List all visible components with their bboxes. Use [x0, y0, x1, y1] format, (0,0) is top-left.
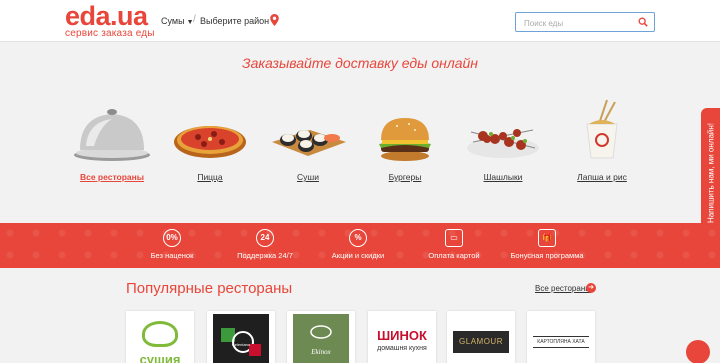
feature-label: Поддержка 24/7 [237, 251, 293, 260]
logo[interactable]: eda.ua сервис заказа еды [65, 3, 155, 39]
restaurant-card-sushiya[interactable]: сушия [126, 311, 194, 363]
chat-widget-button[interactable] [686, 340, 710, 363]
restaurant-card-kartoplyana-hata[interactable]: КАРТОПЛЯНА ХАТА [527, 311, 595, 363]
category-label: Суши [297, 172, 319, 182]
restaurant-subtitle: домашня кухня [377, 344, 427, 352]
gift-icon: 🎁 [538, 229, 556, 247]
contact-us-tab[interactable]: Напишить нам, ми онлайн! [701, 108, 720, 238]
logo-subtitle: сервис заказа еды [65, 28, 155, 39]
category-burgers[interactable]: Бургеры [360, 92, 450, 182]
restaurant-card-celentano[interactable]: Celentano [207, 311, 275, 363]
noodles-box-icon [586, 99, 618, 159]
category-noodles-rice[interactable]: Лапша и рис [557, 92, 647, 182]
all-restaurants-link[interactable]: Все рестораны [535, 284, 591, 293]
restaurant-name: Ekinox [310, 348, 331, 356]
page-tagline: Заказывайте доставку еды онлайн [241, 55, 479, 71]
category-label: Все рестораны [79, 172, 145, 182]
category-all-restaurants[interactable]: Все рестораны [67, 92, 157, 182]
restaurant-card-shinok[interactable]: ШИНОК домашня кухня [368, 311, 436, 363]
zero-percent-icon: 0% [163, 229, 181, 247]
celentano-logo-icon: Celentano [221, 327, 261, 356]
category-label: Бургеры [388, 172, 422, 182]
feature-support: 24 Поддержка 24/7 [220, 229, 310, 260]
restaurant-name: КАРТОПЛЯНА ХАТА [533, 335, 589, 348]
ekinox-logo-icon: Ekinox [310, 324, 332, 356]
logo-text[interactable]: eda.ua [65, 3, 155, 30]
restaurant-logo: Celentano [213, 314, 269, 363]
feature-promos: % Акции и скидки [313, 229, 403, 260]
feature-bonus: 🎁 Бонусная программа [502, 229, 592, 260]
popular-restaurants-title: Популярные рестораны [126, 280, 293, 297]
feature-label: Оплата картой [428, 251, 480, 260]
city-selector[interactable]: Сумы ▼ [161, 16, 194, 26]
feature-label: Бонусная программа [510, 251, 584, 260]
search-box[interactable] [515, 12, 655, 33]
district-label: Выберите район [200, 16, 270, 26]
feature-card-payment: ▭ Оплата картой [409, 229, 499, 260]
contact-us-label: Напишить нам, ми онлайн! [706, 122, 715, 224]
pizza-icon [174, 126, 246, 158]
credit-card-icon: ▭ [445, 229, 463, 247]
restaurant-logo: КАРТОПЛЯНА ХАТА [533, 314, 589, 363]
restaurant-name: ШИНОК [377, 327, 427, 343]
city-label: Сумы [161, 16, 185, 26]
category-pizza[interactable]: Пицца [165, 92, 255, 182]
restaurant-name: GLAMOUR [453, 330, 509, 353]
arrow-right-icon[interactable]: ➜ [586, 283, 596, 293]
restaurant-card-glamour[interactable]: GLAMOUR [447, 311, 515, 363]
restaurant-logo: Ekinox [293, 314, 349, 363]
discount-icon: % [349, 229, 367, 247]
feature-label: Акции и скидки [331, 251, 385, 260]
header-separator: / [193, 14, 196, 25]
burger-icon [379, 118, 431, 161]
support-24-icon: 24 [256, 229, 274, 247]
search-icon[interactable] [638, 17, 648, 27]
restaurant-logo: сушия [132, 314, 188, 363]
category-label: Пицца [197, 172, 223, 182]
feature-no-markup: 0% Без наценок [127, 229, 217, 260]
category-sushi[interactable]: Суши [263, 92, 353, 182]
district-selector[interactable]: Выберите район▼ [200, 16, 278, 26]
restaurant-name: Celentano [232, 342, 251, 347]
search-input[interactable] [516, 14, 626, 33]
restaurant-name: сушия [139, 352, 181, 363]
kebab-icon [467, 129, 539, 158]
feature-label: Без наценок [150, 251, 194, 260]
restaurant-logo: ШИНОК домашня кухня [374, 314, 430, 363]
site-header: eda.ua сервис заказа еды Сумы ▼ / Выберит… [0, 0, 720, 42]
cloche-icon [74, 109, 150, 161]
category-label: Лапша и рис [577, 172, 627, 182]
location-pin-icon[interactable] [270, 14, 279, 26]
category-label: Шашлыки [483, 172, 523, 182]
restaurant-logo: GLAMOUR [453, 314, 509, 363]
category-kebabs[interactable]: Шашлыки [458, 92, 548, 182]
restaurant-card-ekinox[interactable]: Ekinox [287, 311, 355, 363]
sushi-icon [272, 130, 346, 156]
